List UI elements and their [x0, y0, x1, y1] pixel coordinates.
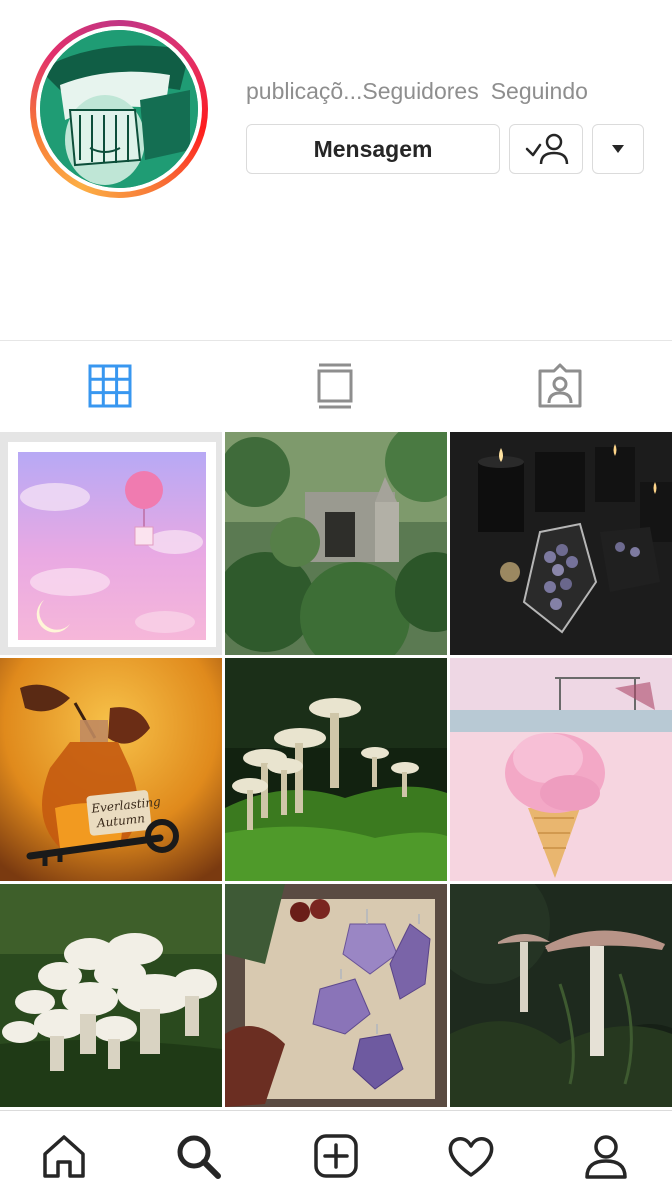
heart-icon: [448, 1137, 494, 1177]
post-tile[interactable]: Everlasting Autumn: [0, 658, 222, 881]
posts-grid: Everlasting Autumn: [0, 432, 672, 1108]
post-tile[interactable]: [0, 884, 222, 1107]
followers-label[interactable]: Seguidores: [362, 78, 478, 104]
tab-tagged[interactable]: [536, 362, 584, 410]
more-options-button[interactable]: [592, 124, 644, 174]
person-icon: [585, 1135, 627, 1179]
profile-stats: publicaçõ...Seguidores Seguindo: [246, 78, 594, 105]
tab-feed[interactable]: [311, 362, 359, 410]
post-image: [225, 884, 447, 1107]
nav-activity[interactable]: [445, 1130, 497, 1182]
post-image: [450, 432, 672, 655]
post-tile[interactable]: [450, 432, 672, 655]
avatar[interactable]: [40, 30, 198, 188]
post-image: [0, 884, 222, 1107]
grid-icon: [88, 364, 132, 408]
tab-grid[interactable]: [86, 362, 134, 410]
post-image: [450, 658, 672, 881]
search-icon: [177, 1135, 221, 1179]
person-check-icon: [525, 133, 569, 165]
nav-profile[interactable]: [580, 1130, 632, 1182]
following-button[interactable]: [509, 124, 583, 174]
feed-icon: [317, 363, 353, 409]
following-label[interactable]: Seguindo: [491, 78, 588, 104]
nav-search[interactable]: [172, 1130, 224, 1182]
post-tile[interactable]: [225, 658, 447, 881]
post-image: [225, 658, 447, 881]
tagged-icon: [538, 363, 582, 408]
home-icon: [43, 1135, 85, 1178]
post-tile[interactable]: [450, 884, 672, 1107]
post-tile[interactable]: [225, 884, 447, 1107]
header-divider: [0, 340, 672, 341]
post-image: [450, 884, 672, 1107]
post-image: [225, 432, 447, 655]
posts-count-label[interactable]: publicaçõ...: [246, 78, 362, 104]
plus-square-icon: [314, 1134, 358, 1178]
caret-down-icon: [612, 145, 624, 153]
post-tile[interactable]: [225, 432, 447, 655]
post-image: Everlasting Autumn: [0, 658, 222, 881]
post-tile[interactable]: [450, 658, 672, 881]
post-tile[interactable]: [0, 432, 222, 655]
post-image: [0, 432, 222, 655]
nav-home[interactable]: [38, 1130, 90, 1182]
nav-new-post[interactable]: [310, 1130, 362, 1182]
message-button[interactable]: Mensagem: [246, 124, 500, 174]
